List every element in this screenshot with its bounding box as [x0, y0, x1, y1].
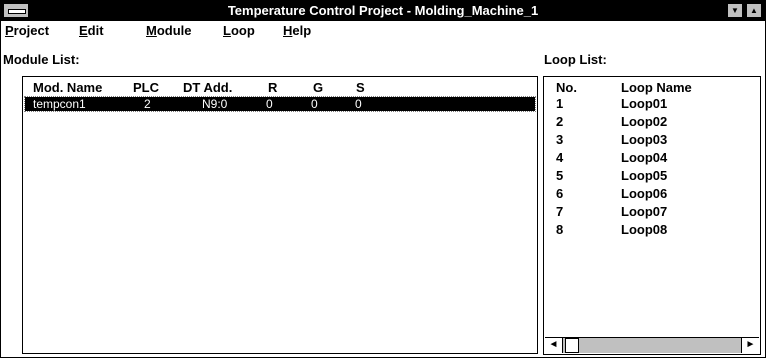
module-list-label: Module List: [3, 52, 80, 67]
scroll-right-icon[interactable]: ► [741, 338, 759, 353]
col-header-dt-add: DT Add. [183, 80, 233, 95]
loop-name[interactable]: Loop04 [621, 150, 667, 166]
col-header-no: No. [556, 80, 577, 95]
loop-no[interactable]: 6 [556, 186, 563, 202]
loop-name[interactable]: Loop08 [621, 222, 667, 238]
menu-edit[interactable]: Edit [79, 23, 104, 39]
window-title: Temperature Control Project - Molding_Ma… [227, 3, 539, 18]
col-header-plc: PLC [133, 80, 159, 95]
cell-dt-add: N9:0 [202, 97, 228, 111]
menu-module-hotkey: M [146, 23, 157, 38]
menu-module-label: odule [156, 23, 192, 38]
col-header-s: S [356, 80, 365, 95]
menu-loop-label: oop [230, 23, 255, 38]
minimize-button[interactable]: ▼ [727, 3, 743, 18]
loop-no[interactable]: 8 [556, 222, 563, 238]
scroll-left-icon[interactable]: ◄ [545, 338, 563, 353]
app-window: Temperature Control Project - Molding_Ma… [0, 0, 766, 358]
cell-plc: 2 [144, 97, 151, 111]
scroll-thumb[interactable] [565, 338, 579, 353]
col-header-g: G [313, 80, 324, 95]
menu-help-label: elp [292, 23, 312, 38]
col-header-loop-name: Loop Name [621, 80, 692, 95]
menu-loop-hotkey: L [223, 23, 231, 38]
loop-no[interactable]: 5 [556, 168, 563, 184]
menu-loop[interactable]: Loop [223, 23, 255, 39]
menu-project-hotkey: P [5, 23, 14, 38]
loop-name[interactable]: Loop01 [621, 96, 667, 112]
loop-no[interactable]: 7 [556, 204, 563, 220]
title-bar[interactable]: Temperature Control Project - Molding_Ma… [1, 1, 765, 21]
menu-project[interactable]: Project [5, 23, 49, 39]
cell-mod-name: tempcon1 [33, 97, 86, 111]
loop-name[interactable]: Loop05 [621, 168, 667, 184]
loop-no[interactable]: 2 [556, 114, 563, 130]
cell-g: 0 [311, 97, 318, 111]
loop-name[interactable]: Loop02 [621, 114, 667, 130]
loop-name[interactable]: Loop06 [621, 186, 667, 202]
menu-edit-label: dit [87, 23, 104, 38]
col-header-r: R [268, 80, 278, 95]
module-row-selected[interactable]: tempcon1 2 N9:0 0 0 0 [24, 96, 536, 112]
menu-help-hotkey: H [283, 23, 293, 38]
module-list[interactable]: Mod. Name PLC DT Add. R G S tempcon1 2 N… [22, 76, 538, 354]
menu-project-label: roject [13, 23, 50, 38]
horizontal-scrollbar[interactable]: ◄ ► [545, 337, 759, 353]
loop-list-label: Loop List: [544, 52, 607, 67]
cell-r: 0 [266, 97, 273, 111]
menu-edit-hotkey: E [79, 23, 88, 38]
loop-no[interactable]: 1 [556, 96, 563, 112]
col-header-mod-name: Mod. Name [33, 80, 103, 95]
maximize-button[interactable]: ▲ [746, 3, 762, 18]
menu-module[interactable]: Module [146, 23, 192, 39]
loop-name[interactable]: Loop03 [621, 132, 667, 148]
menu-bar: Project Edit Module Loop Help [1, 22, 765, 40]
loop-no[interactable]: 3 [556, 132, 563, 148]
loop-no[interactable]: 4 [556, 150, 563, 166]
cell-s: 0 [355, 97, 362, 111]
loop-name[interactable]: Loop07 [621, 204, 667, 220]
loop-list[interactable]: No. Loop Name 1 Loop01 2 Loop02 3 Loop03… [543, 76, 761, 355]
menu-help[interactable]: Help [283, 23, 311, 39]
